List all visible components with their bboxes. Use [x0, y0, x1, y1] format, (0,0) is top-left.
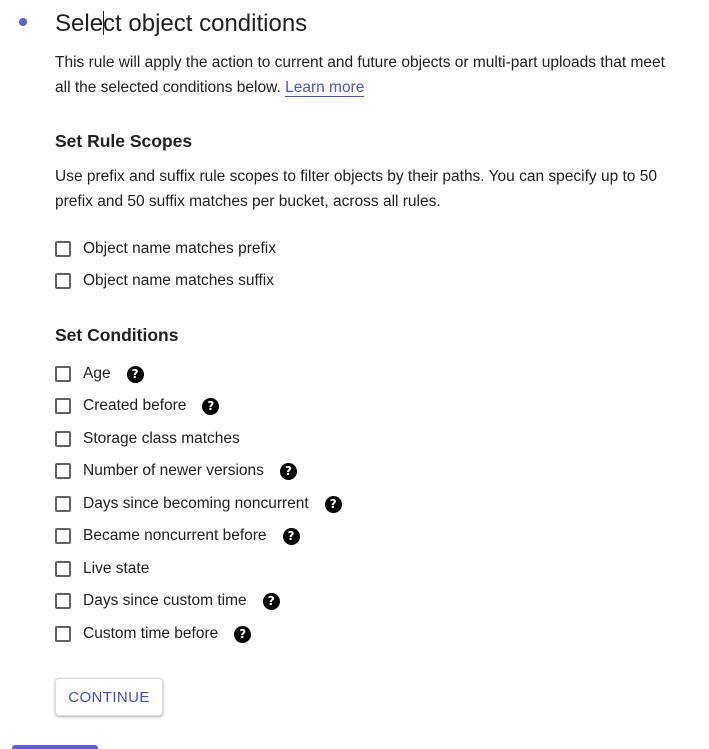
storage-class-checkbox[interactable] — [55, 431, 71, 447]
days-noncurrent-label: Days since becoming noncurrent — [83, 495, 309, 512]
help-icon[interactable]: ? — [126, 365, 144, 383]
noncurrent-before-label: Became noncurrent before — [83, 527, 267, 544]
days-custom-time-checkbox[interactable] — [55, 593, 71, 609]
custom-time-before-checkbox[interactable] — [55, 626, 71, 642]
step-indicator-dot — [19, 18, 27, 26]
condition-custom-time-before[interactable]: Custom time before ? — [55, 623, 252, 645]
live-state-label: Live state — [83, 560, 150, 577]
continue-button[interactable]: CONTINUE — [55, 678, 163, 716]
help-icon[interactable]: ? — [279, 462, 297, 480]
custom-time-before-label: Custom time before — [83, 625, 219, 642]
created-before-label: Created before — [83, 397, 187, 414]
step-title-part2: ct object conditions — [103, 10, 308, 37]
step-title-part1: Sele — [55, 10, 104, 37]
help-icon[interactable]: ? — [282, 527, 300, 545]
condition-live-state[interactable]: Live state — [55, 558, 149, 580]
created-before-checkbox[interactable] — [55, 398, 71, 414]
noncurrent-before-checkbox[interactable] — [55, 528, 71, 544]
condition-age[interactable]: Age ? — [55, 363, 144, 385]
rule-scopes-description: Use prefix and suffix rule scopes to fil… — [55, 168, 657, 210]
newer-versions-checkbox[interactable] — [55, 463, 71, 479]
condition-storage-class[interactable]: Storage class matches — [55, 428, 240, 450]
rule-scopes-title: Set Rule Scopes — [55, 131, 193, 151]
storage-class-label: Storage class matches — [83, 430, 240, 447]
condition-noncurrent-before[interactable]: Became noncurrent before ? — [55, 525, 300, 547]
live-state-checkbox[interactable] — [55, 561, 71, 577]
condition-created-before[interactable]: Created before ? — [55, 395, 220, 417]
help-icon[interactable]: ? — [202, 397, 220, 415]
age-checkbox[interactable] — [55, 366, 71, 382]
suffix-match-option[interactable]: Object name matches suffix — [55, 270, 274, 292]
prefix-match-label: Object name matches prefix — [83, 240, 276, 257]
condition-days-noncurrent[interactable]: Days since becoming noncurrent ? — [55, 493, 342, 515]
select-conditions-step: Select object conditions This rule will … — [0, 0, 709, 749]
suffix-match-label: Object name matches suffix — [83, 272, 274, 289]
prefix-match-option[interactable]: Object name matches prefix — [55, 238, 276, 260]
condition-days-custom-time[interactable]: Days since custom time ? — [55, 590, 280, 612]
step-description: This rule will apply the action to curre… — [55, 50, 675, 100]
help-icon[interactable]: ? — [234, 625, 252, 643]
step-title: Select object conditions — [55, 8, 307, 40]
help-icon[interactable]: ? — [262, 592, 280, 610]
conditions-title: Set Conditions — [55, 325, 179, 345]
condition-newer-versions[interactable]: Number of newer versions ? — [55, 460, 297, 482]
age-label: Age — [83, 365, 111, 382]
learn-more-link[interactable]: Learn more — [285, 79, 365, 97]
suffix-match-checkbox[interactable] — [55, 273, 71, 289]
help-icon[interactable]: ? — [324, 495, 342, 513]
next-step-button-edge[interactable] — [12, 745, 98, 749]
prefix-match-checkbox[interactable] — [55, 241, 71, 257]
newer-versions-label: Number of newer versions — [83, 462, 264, 479]
days-noncurrent-checkbox[interactable] — [55, 496, 71, 512]
days-custom-time-label: Days since custom time — [83, 592, 247, 609]
